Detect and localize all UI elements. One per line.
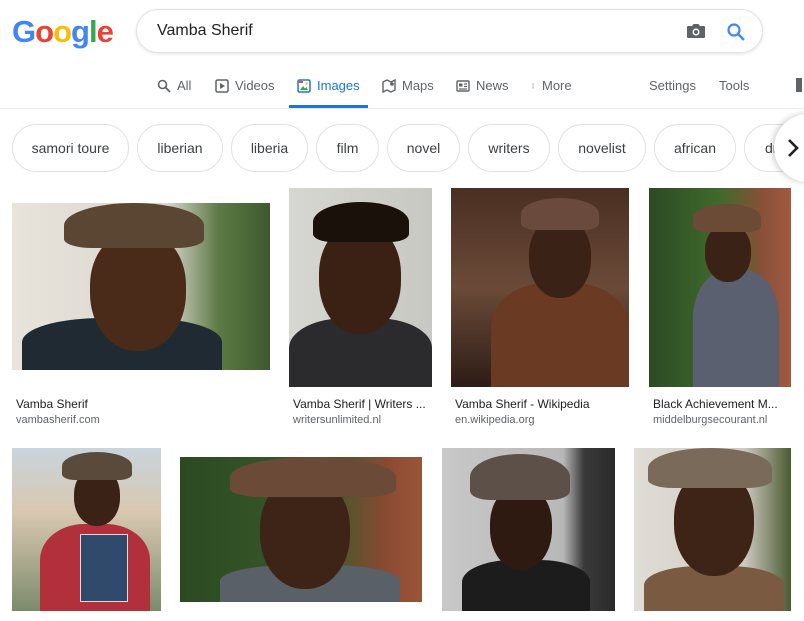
logo-letter: e bbox=[96, 14, 114, 49]
tools-link[interactable]: Tools bbox=[719, 78, 749, 108]
figure-hat bbox=[648, 448, 772, 488]
image-result[interactable]: Vamba Sherif | Writers ... writersunlimi… bbox=[289, 188, 432, 428]
result-source: en.wikipedia.org bbox=[455, 414, 535, 426]
figure-hair bbox=[313, 202, 409, 242]
result-thumbnail[interactable] bbox=[180, 457, 422, 602]
more-vert-icon bbox=[532, 83, 534, 89]
figure-jacket bbox=[491, 283, 629, 387]
result-source: vambasherif.com bbox=[16, 414, 100, 426]
tab-news[interactable]: News bbox=[456, 78, 509, 108]
result-thumbnail[interactable] bbox=[442, 448, 615, 611]
result-title[interactable]: Vamba Sherif bbox=[16, 397, 266, 411]
tab-all[interactable]: All bbox=[157, 78, 191, 108]
logo-letter: o bbox=[35, 14, 54, 49]
chip[interactable]: film bbox=[316, 124, 379, 172]
figure-face bbox=[529, 218, 591, 298]
figure-hat bbox=[64, 203, 204, 248]
tab-images[interactable]: Images bbox=[289, 78, 368, 108]
tab-label: News bbox=[476, 78, 509, 93]
result-thumbnail[interactable] bbox=[451, 188, 629, 387]
figure-jacket bbox=[693, 270, 779, 387]
chip[interactable]: samori toure bbox=[12, 124, 129, 172]
chevron-right-icon bbox=[788, 139, 799, 157]
search-tabs: All Videos Images Maps News More Setting… bbox=[0, 64, 804, 109]
image-icon bbox=[297, 79, 311, 93]
image-result[interactable] bbox=[180, 457, 422, 602]
image-result[interactable] bbox=[442, 448, 615, 611]
tab-more[interactable]: More bbox=[530, 78, 572, 108]
result-thumbnail[interactable] bbox=[12, 203, 270, 370]
tab-maps[interactable]: Maps bbox=[382, 78, 434, 108]
result-thumbnail[interactable] bbox=[12, 448, 161, 611]
figure-face bbox=[705, 224, 751, 282]
figure-face bbox=[90, 231, 186, 351]
chip[interactable]: writers bbox=[468, 124, 550, 172]
chip[interactable]: liberia bbox=[231, 124, 308, 172]
result-source: middelburgsecourant.nl bbox=[653, 414, 768, 426]
tab-label: More bbox=[542, 78, 572, 93]
map-icon bbox=[382, 79, 396, 93]
image-result[interactable]: Black Achievement M... middelburgsecoura… bbox=[649, 188, 791, 428]
result-title[interactable]: Vamba Sherif | Writers ... bbox=[293, 397, 431, 411]
tab-videos[interactable]: Videos bbox=[215, 78, 275, 108]
tab-label: Images bbox=[317, 78, 360, 93]
chip[interactable]: novelist bbox=[558, 124, 646, 172]
result-source: writersunlimited.nl bbox=[293, 414, 382, 426]
settings-link[interactable]: Settings bbox=[649, 78, 696, 108]
search-box[interactable]: Vamba Sherif bbox=[136, 9, 763, 53]
logo-letter: G bbox=[12, 14, 36, 49]
chip[interactable]: african bbox=[654, 124, 736, 172]
figure-hat bbox=[470, 454, 570, 500]
result-thumbnail[interactable] bbox=[649, 188, 791, 387]
result-title[interactable]: Black Achievement M... bbox=[653, 397, 789, 411]
tab-label: Maps bbox=[402, 78, 434, 93]
news-icon bbox=[456, 80, 470, 92]
image-result[interactable] bbox=[634, 448, 791, 611]
safesearch-icon[interactable] bbox=[796, 78, 802, 92]
play-icon bbox=[215, 79, 229, 93]
figure-hat bbox=[230, 457, 396, 497]
logo-letter: o bbox=[53, 14, 72, 49]
figure-hat bbox=[521, 198, 599, 230]
tab-label: Videos bbox=[235, 78, 275, 93]
search-icon bbox=[157, 79, 171, 93]
related-chips: samori toure liberian liberia film novel… bbox=[0, 124, 804, 174]
result-title[interactable]: Vamba Sherif - Wikipedia bbox=[455, 397, 627, 411]
search-input[interactable]: Vamba Sherif bbox=[157, 22, 253, 40]
logo-letter: l bbox=[88, 14, 98, 49]
chip[interactable]: liberian bbox=[137, 124, 223, 172]
image-result[interactable]: Vamba Sherif - Wikipedia en.wikipedia.or… bbox=[451, 188, 629, 428]
google-logo[interactable]: Google bbox=[12, 14, 114, 50]
book-cover bbox=[80, 534, 128, 602]
tab-label: All bbox=[177, 78, 192, 93]
figure-hat bbox=[62, 452, 132, 480]
logo-letter: g bbox=[71, 14, 90, 49]
result-thumbnail[interactable] bbox=[634, 448, 791, 611]
result-thumbnail[interactable] bbox=[289, 188, 432, 387]
image-result[interactable] bbox=[12, 448, 161, 611]
search-icon[interactable] bbox=[726, 22, 746, 42]
chip[interactable]: novel bbox=[387, 124, 460, 172]
camera-icon[interactable] bbox=[686, 23, 706, 39]
image-result[interactable]: Vamba Sherif vambasherif.com bbox=[12, 188, 270, 428]
figure-hat bbox=[693, 204, 761, 232]
